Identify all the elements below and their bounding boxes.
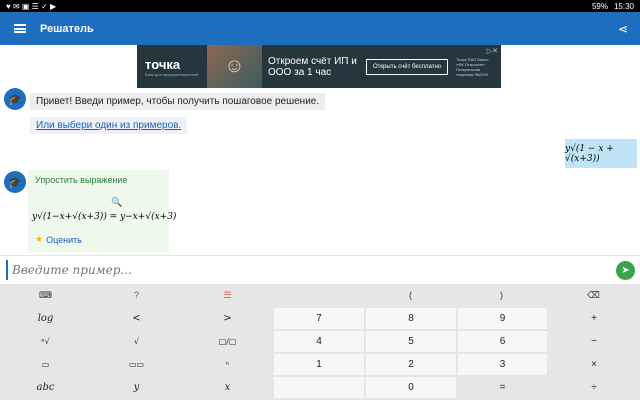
key-9[interactable]: 9 (458, 308, 547, 329)
key-6[interactable]: 6 (458, 331, 547, 352)
backspace-icon[interactable]: ⌫ (547, 284, 640, 306)
expression-input[interactable] (6, 260, 606, 280)
key-equals[interactable]: = (458, 377, 547, 398)
ad-fine-print: Точка ПАО Банка «ФК Открытие» Генеральна… (456, 56, 489, 77)
keyboard-toggle-icon[interactable]: ⌨ (0, 284, 91, 306)
result-card[interactable]: Упростить выражение 🔍 y√(1−x+√(x+3)) = y… (28, 170, 176, 252)
key-divide[interactable]: ÷ (548, 377, 640, 398)
key-abc[interactable]: abc (0, 377, 91, 398)
ad-photo: ☺ (207, 45, 262, 88)
user-message[interactable]: y√(1 − x + √(x+3)) (565, 139, 637, 168)
greeting-message: Привет! Введи пример, чтобы получить пош… (30, 93, 326, 110)
menu-button[interactable] (0, 12, 40, 45)
graduation-cap-icon: 🎓 (8, 176, 22, 189)
clock: 15:30 (613, 1, 634, 11)
key-sqrt[interactable]: √ (91, 331, 182, 352)
help-icon[interactable]: ? (91, 284, 182, 306)
key-8[interactable]: 8 (366, 308, 456, 329)
star-icon: ★ (35, 234, 44, 244)
key-7[interactable]: 7 (274, 308, 364, 329)
battery-level: 59% (591, 1, 608, 11)
key-3[interactable]: 3 (458, 354, 547, 375)
input-bar: ➤ (0, 255, 640, 283)
ad-close-icon[interactable]: ▷✕ (487, 47, 498, 55)
ad-headline: Откроем счёт ИП и ООО за 1 час (268, 55, 357, 78)
key-1[interactable]: 1 (274, 354, 364, 375)
key-minus[interactable]: − (548, 331, 640, 352)
key-2[interactable]: 2 (366, 354, 456, 375)
key-close-paren[interactable]: ) (456, 284, 547, 306)
key-5[interactable]: 5 (366, 331, 456, 352)
math-keyboard: ⌨ ? ☰ ( ) ⌫ log < > 7 8 9 + ⁿ√ √ ▢/▢ 4 5… (0, 284, 640, 400)
ad-cta-button[interactable]: Открыть счёт бесплатно (366, 58, 449, 75)
magnifier-icon[interactable]: 🔍 (111, 197, 122, 208)
menu-list-icon[interactable]: ☰ (182, 284, 273, 306)
key-0[interactable]: 0 (366, 377, 456, 398)
key-4[interactable]: 4 (274, 331, 364, 352)
key-subscript[interactable]: ▭ (0, 354, 91, 375)
examples-link[interactable]: Или выбери один из примеров. (30, 117, 188, 134)
result-title: Упростить выражение (35, 175, 128, 185)
hamburger-icon (14, 24, 26, 33)
graduation-cap-icon: 🎓 (8, 93, 22, 106)
key-power[interactable]: ⁿ (182, 354, 273, 375)
send-icon[interactable]: ➤ (616, 261, 635, 280)
result-equation: y√(1−x+√(x+3)) = y−x+√(x+3) (32, 212, 177, 222)
key-x[interactable]: x (182, 377, 273, 398)
key-open-paren[interactable]: ( (365, 284, 456, 306)
share-icon[interactable]: ⋖ (618, 22, 628, 36)
key-fraction[interactable]: ▢/▢ (182, 331, 273, 352)
key-mixed-fraction[interactable]: ▭▭ (91, 354, 182, 375)
ad-banner[interactable]: точка Банк для предпринимателей ☺ Откроем… (137, 45, 501, 88)
app-title: Решатель (40, 22, 94, 35)
key-nth-root[interactable]: ⁿ√ (0, 331, 91, 352)
notification-icons: ♥ ✉ ▣ ☰ ✓ ▶ (6, 1, 57, 11)
status-bar: ♥ ✉ ▣ ☰ ✓ ▶ 59% 15:30 (0, 0, 640, 12)
key-plus[interactable]: + (548, 308, 640, 329)
rate-button[interactable]: ★ Оценить (35, 234, 82, 245)
ad-brand: точка Банк для предпринимателей (145, 56, 199, 77)
key-log[interactable]: log (0, 308, 91, 329)
key-space[interactable] (274, 377, 364, 398)
app-bar: Решатель ⋖ (0, 12, 640, 45)
key-multiply[interactable]: × (548, 354, 640, 375)
key-y[interactable]: y (91, 377, 182, 398)
key-greater-than[interactable]: > (182, 308, 273, 329)
bot-avatar: 🎓 (4, 88, 26, 110)
bot-avatar: 🎓 (4, 171, 26, 193)
key-less-than[interactable]: < (91, 308, 182, 329)
